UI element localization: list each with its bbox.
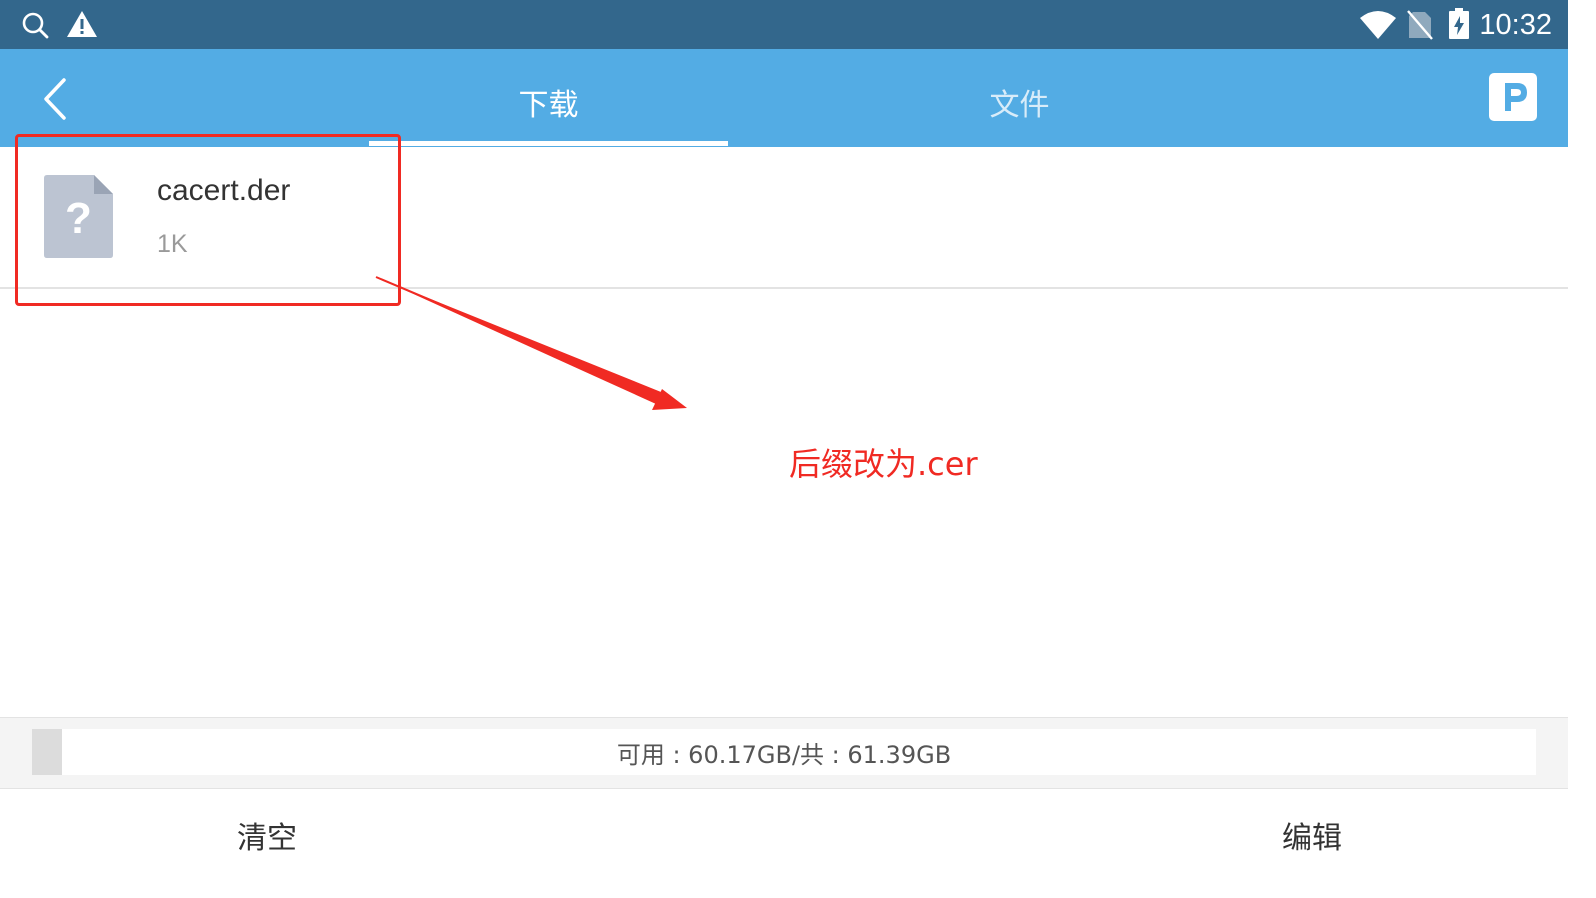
storage-info-text: 可用 : 60.17GB/共 : 61.39GB	[616, 740, 952, 769]
clear-button[interactable]: 清空	[117, 790, 417, 880]
annotation-text: 后缀改为.cer	[789, 445, 978, 483]
edit-button[interactable]: 编辑	[1162, 790, 1462, 880]
edit-button-label: 编辑	[1282, 821, 1342, 856]
storage-info: 可用 : 60.17GB/共 : 61.39GB	[32, 729, 1536, 775]
clear-button-label: 清空	[237, 821, 297, 856]
